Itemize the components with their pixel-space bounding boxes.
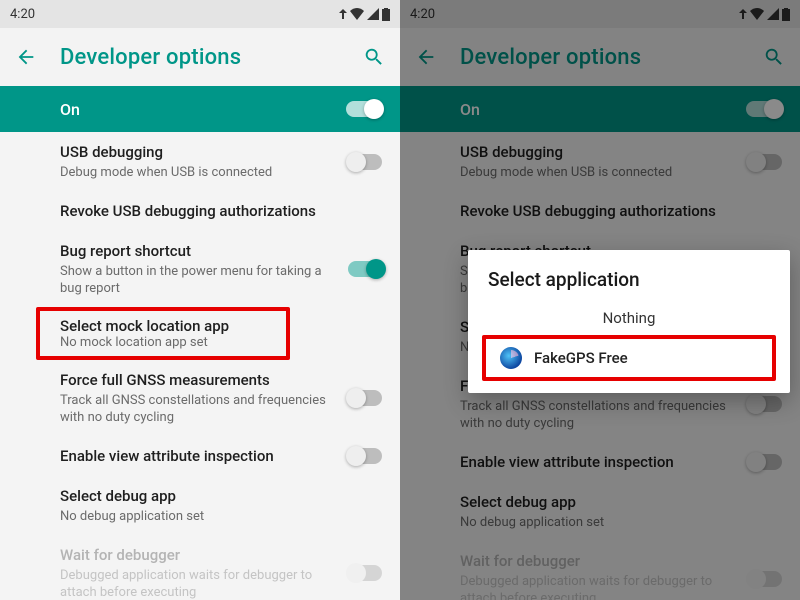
- item-wait-for-debugger: Wait for debugger Debugged application w…: [0, 535, 400, 600]
- switch-gnss[interactable]: [348, 390, 382, 406]
- item-title: USB debugging: [60, 142, 344, 162]
- switch-bug-report[interactable]: [348, 261, 382, 277]
- app-bar: Developer options: [0, 28, 400, 86]
- search-button[interactable]: [360, 43, 388, 71]
- item-title: Bug report shortcut: [60, 241, 344, 261]
- master-toggle-switch[interactable]: [346, 101, 380, 117]
- dialog-option-fakegps[interactable]: FakeGPS Free: [488, 341, 770, 375]
- item-subtitle: No debug application set: [60, 508, 344, 525]
- item-subtitle: Show a button in the power menu for taki…: [60, 263, 344, 297]
- arrow-back-icon: [15, 46, 37, 68]
- item-revoke-usb-auth[interactable]: Revoke USB debugging authorizations: [0, 191, 400, 231]
- item-view-attr-inspection[interactable]: Enable view attribute inspection: [0, 436, 400, 476]
- item-force-gnss[interactable]: Force full GNSS measurements Track all G…: [0, 360, 400, 436]
- search-icon: [363, 46, 385, 68]
- item-title: Select debug app: [60, 486, 344, 506]
- item-title: Wait for debugger: [60, 545, 344, 565]
- item-select-debug-app[interactable]: Select debug app No debug application se…: [0, 476, 400, 535]
- item-title: Enable view attribute inspection: [60, 446, 344, 466]
- item-usb-debugging[interactable]: USB debugging Debug mode when USB is con…: [0, 132, 400, 191]
- page-title: Developer options: [40, 45, 360, 70]
- item-select-mock-location[interactable]: Select mock location app No mock locatio…: [60, 317, 274, 350]
- screen-left: 4:20 Developer options On USB debuggi: [0, 0, 400, 600]
- signal-icon: [367, 8, 379, 20]
- dialog-option-label: FakeGPS Free: [534, 349, 628, 367]
- switch-usb-debugging[interactable]: [348, 154, 382, 170]
- status-icons: [339, 8, 390, 21]
- item-title: Select mock location app: [60, 317, 274, 335]
- item-subtitle: Debug mode when USB is connected: [60, 164, 344, 181]
- master-toggle-bar[interactable]: On: [0, 86, 400, 132]
- back-button[interactable]: [12, 43, 40, 71]
- select-application-dialog: Select application Nothing FakeGPS Free: [468, 250, 790, 393]
- screen-right: 4:20 Developer options On USB debuggi: [400, 0, 800, 600]
- switch-wait-debugger: [348, 565, 382, 581]
- globe-icon: [500, 347, 522, 369]
- item-subtitle: No mock location app set: [60, 335, 274, 350]
- status-bar: 4:20: [0, 0, 400, 28]
- item-title: Force full GNSS measurements: [60, 370, 344, 390]
- settings-list: USB debugging Debug mode when USB is con…: [0, 132, 400, 600]
- highlight-fakegps: FakeGPS Free: [482, 335, 776, 381]
- item-title: Revoke USB debugging authorizations: [60, 201, 344, 221]
- status-time: 4:20: [10, 7, 35, 22]
- item-subtitle: Track all GNSS constellations and freque…: [60, 392, 344, 426]
- highlight-mock-location: Select mock location app No mock locatio…: [36, 307, 290, 360]
- item-bug-report-shortcut[interactable]: Bug report shortcut Show a button in the…: [0, 231, 400, 307]
- master-toggle-label: On: [60, 100, 80, 119]
- item-subtitle: Debugged application waits for debugger …: [60, 567, 344, 600]
- dialog-title: Select application: [482, 268, 776, 291]
- wifi-icon: [350, 8, 364, 20]
- caret-icon: [339, 9, 347, 19]
- battery-icon: [382, 8, 390, 21]
- switch-view-attr[interactable]: [348, 448, 382, 464]
- dialog-option-nothing[interactable]: Nothing: [482, 301, 776, 335]
